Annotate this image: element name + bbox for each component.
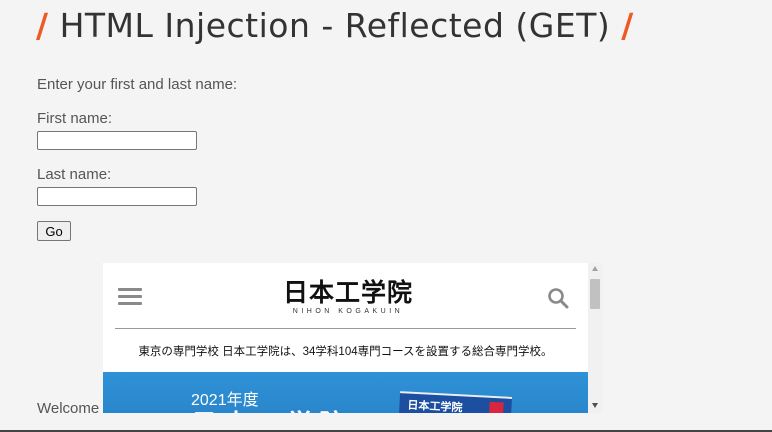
- iframe-scrollbar[interactable]: [588, 263, 603, 413]
- last-name-label: Last name:: [37, 166, 112, 183]
- title-slash-right: /: [621, 6, 634, 45]
- form-prompt: Enter your first and last name:: [37, 76, 238, 93]
- magnifier-icon[interactable]: [547, 287, 569, 309]
- page-title: / HTML Injection - Reflected (GET) /: [36, 6, 634, 45]
- hamburger-menu-icon[interactable]: [118, 288, 142, 306]
- page-title-text: HTML Injection - Reflected (GET): [59, 6, 611, 45]
- scroll-up-arrow-icon[interactable]: [592, 266, 598, 271]
- last-name-input[interactable]: [37, 187, 197, 206]
- scroll-thumb[interactable]: [590, 279, 600, 309]
- scroll-down-arrow-icon[interactable]: [592, 403, 598, 408]
- first-name-input[interactable]: [37, 131, 197, 150]
- injected-iframe[interactable]: 日本工学院 NIHON KOGAKUIN 東京の専門学校 日本工学院は、34学科…: [103, 263, 603, 413]
- brochure-label: 日本工学院: [407, 399, 463, 413]
- brochure-image: 日本工学院: [397, 391, 513, 413]
- go-button[interactable]: Go: [37, 221, 71, 241]
- site-tagline: 東京の専門学校 日本工学院は、34学科104専門コースを設置する総合専門学校。: [138, 346, 553, 358]
- logo-text: 日本工学院: [282, 278, 413, 307]
- title-slash-left: /: [36, 6, 49, 45]
- header-divider: [115, 328, 576, 329]
- welcome-message: Welcome: [37, 400, 100, 417]
- first-name-label: First name:: [37, 110, 113, 127]
- logo-subtext: NIHON KOGAKUIN: [292, 308, 404, 315]
- banner-heading: 日本工学院: [191, 404, 351, 413]
- promo-banner[interactable]: 2021年度 日本工学院 日本工学院: [103, 372, 588, 413]
- site-logo[interactable]: 日本工学院 NIHON KOGAKUIN: [263, 278, 433, 316]
- brochure-red-tab: [488, 401, 504, 413]
